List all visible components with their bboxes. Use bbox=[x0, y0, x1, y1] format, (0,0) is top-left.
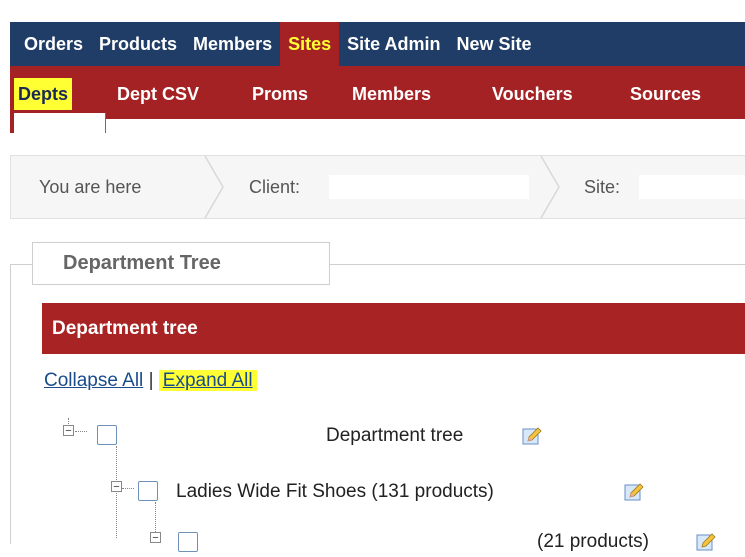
sub-nav-proms[interactable]: Proms bbox=[252, 78, 308, 110]
breadcrumb-client[interactable]: Client: bbox=[249, 156, 300, 218]
department-tree-legend: Department Tree bbox=[32, 242, 330, 285]
tree-node-count: (131 products) bbox=[371, 481, 494, 502]
edit-pencil-icon[interactable] bbox=[522, 426, 542, 446]
top-nav-members[interactable]: Members bbox=[185, 22, 280, 66]
sub-nav-members[interactable]: Members bbox=[352, 78, 431, 110]
breadcrumb: You are here Client: Site: bbox=[10, 155, 745, 219]
tree-node-third-count: (21 products) bbox=[537, 531, 649, 552]
sub-nav-vouchers[interactable]: Vouchers bbox=[492, 78, 573, 110]
tree-node-root-label[interactable]: Department tree bbox=[326, 421, 463, 451]
top-nav-orders[interactable]: Orders bbox=[10, 22, 91, 66]
sub-nav-dept-csv[interactable]: Dept CSV bbox=[117, 78, 199, 110]
tree-toggle-icon[interactable]: − bbox=[111, 481, 122, 493]
tree-node-checkbox-ladies-wide-fit[interactable] bbox=[138, 481, 158, 501]
breadcrumb-site[interactable]: Site: bbox=[584, 156, 620, 218]
link-separator: | bbox=[148, 370, 154, 391]
tree-node-checkbox-third[interactable] bbox=[178, 532, 198, 552]
expand-all-link[interactable]: Expand All bbox=[158, 370, 257, 391]
redacted-client-name bbox=[329, 175, 529, 199]
active-tab-indicator bbox=[10, 113, 106, 133]
breadcrumb-chevron-icon bbox=[204, 156, 224, 218]
edit-pencil-icon[interactable] bbox=[624, 482, 644, 502]
top-nav-products[interactable]: Products bbox=[91, 22, 185, 66]
tree-links: Collapse All | Expand All bbox=[44, 367, 257, 395]
sub-nav-sources[interactable]: Sources bbox=[630, 78, 701, 110]
breadcrumb-you-are-here: You are here bbox=[39, 177, 142, 197]
tree-toggle-icon[interactable]: − bbox=[63, 425, 74, 437]
sub-nav-underline bbox=[10, 116, 745, 132]
tree-connector bbox=[122, 488, 134, 490]
tree-connector bbox=[75, 431, 87, 433]
department-tree-header: Department tree bbox=[42, 303, 745, 354]
edit-pencil-icon[interactable] bbox=[696, 532, 716, 552]
top-nav: Orders Products Members Sites Site Admin… bbox=[10, 22, 745, 66]
redacted-site-name bbox=[639, 175, 745, 199]
sub-nav: Depts Dept CSV Proms Members Vouchers So… bbox=[10, 66, 745, 116]
top-nav-new-site[interactable]: New Site bbox=[448, 22, 539, 66]
tree-node-label: Ladies Wide Fit Shoes bbox=[176, 481, 367, 502]
redacted-root-name bbox=[130, 422, 316, 448]
collapse-all-link[interactable]: Collapse All bbox=[44, 370, 143, 391]
breadcrumb-chevron-icon bbox=[540, 156, 560, 218]
tree-node-checkbox-root[interactable] bbox=[97, 425, 117, 445]
top-nav-sites[interactable]: Sites bbox=[280, 22, 340, 66]
tree-node-ladies-wide-fit-label[interactable]: Ladies Wide Fit Shoes (131 products) bbox=[176, 477, 494, 507]
sub-nav-depts[interactable]: Depts bbox=[14, 78, 73, 110]
top-nav-site-admin[interactable]: Site Admin bbox=[339, 22, 448, 66]
